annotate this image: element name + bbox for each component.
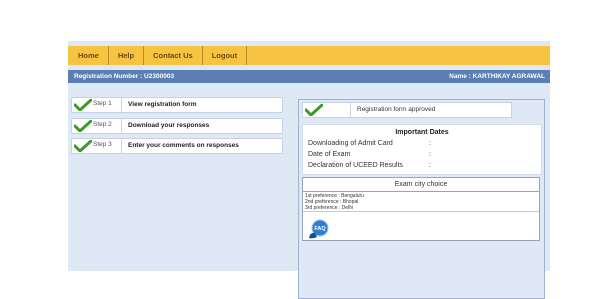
exam-city-title: Exam city choice — [303, 178, 539, 192]
menu-help[interactable]: Help — [109, 46, 145, 65]
approval-status: Registration form approved — [302, 102, 512, 118]
step-divider — [121, 139, 122, 153]
date-row-separator: : — [429, 162, 431, 169]
registration-number: Registration Number : U2300003 — [74, 73, 175, 80]
step-label[interactable]: Download your responses — [128, 122, 209, 129]
step-label[interactable]: View registration form — [128, 101, 197, 108]
check-icon — [74, 99, 92, 111]
date-row-label: Date of Exam — [308, 151, 351, 158]
menu-logout[interactable]: Logout — [203, 46, 248, 65]
important-dates-title: Important Dates — [395, 129, 449, 136]
top-menu-bar: Home Help Contact Us Logout — [68, 46, 550, 65]
city-box-divider — [303, 211, 539, 212]
date-row-label: Declaration of UCEED Results — [308, 162, 403, 169]
faq-icon[interactable]: FAQ — [307, 218, 329, 240]
date-row-separator: : — [429, 140, 431, 147]
status-panel: Registration form approved Important Dat… — [298, 99, 545, 299]
step-3-enter-comments[interactable]: Step 3 Enter your comments on responses — [71, 138, 283, 154]
step-divider — [121, 98, 122, 112]
check-icon — [74, 120, 92, 132]
menu-contact-us[interactable]: Contact Us — [144, 46, 203, 65]
step-number: Step 2 — [93, 121, 112, 128]
step-divider — [121, 119, 122, 133]
step-2-download-responses[interactable]: Step 2 Download your responses — [71, 118, 283, 134]
step-label[interactable]: Enter your comments on responses — [128, 142, 239, 149]
faq-icon-label: FAQ — [314, 226, 326, 232]
check-icon — [74, 140, 92, 152]
date-row-label: Downloading of Admit Card — [308, 140, 393, 147]
date-row-admit-card: Downloading of Admit Card : — [308, 140, 431, 147]
portal-frame: Home Help Contact Us Logout Registration… — [68, 41, 550, 299]
important-dates-box: Important Dates Downloading of Admit Car… — [302, 124, 542, 175]
step-1-view-registration[interactable]: Step 1 View registration form — [71, 97, 283, 113]
approval-status-label: Registration form approved — [357, 105, 436, 113]
menu-home[interactable]: Home — [68, 46, 109, 65]
step-number: Step 3 — [93, 141, 112, 148]
check-icon — [305, 104, 323, 116]
candidate-info-bar: Registration Number : U2300003 Name : KA… — [68, 70, 550, 83]
status-divider — [350, 103, 351, 117]
date-row-results: Declaration of UCEED Results : — [308, 162, 431, 169]
date-row-exam-date: Date of Exam : — [308, 151, 431, 158]
step-number: Step 1 — [93, 100, 112, 107]
candidate-name: Name : KARTHIKAY AGRAWAL — [449, 73, 545, 80]
date-row-separator: : — [429, 151, 431, 158]
exam-city-choice-box: Exam city choice 1st preference : Bengal… — [302, 177, 540, 241]
